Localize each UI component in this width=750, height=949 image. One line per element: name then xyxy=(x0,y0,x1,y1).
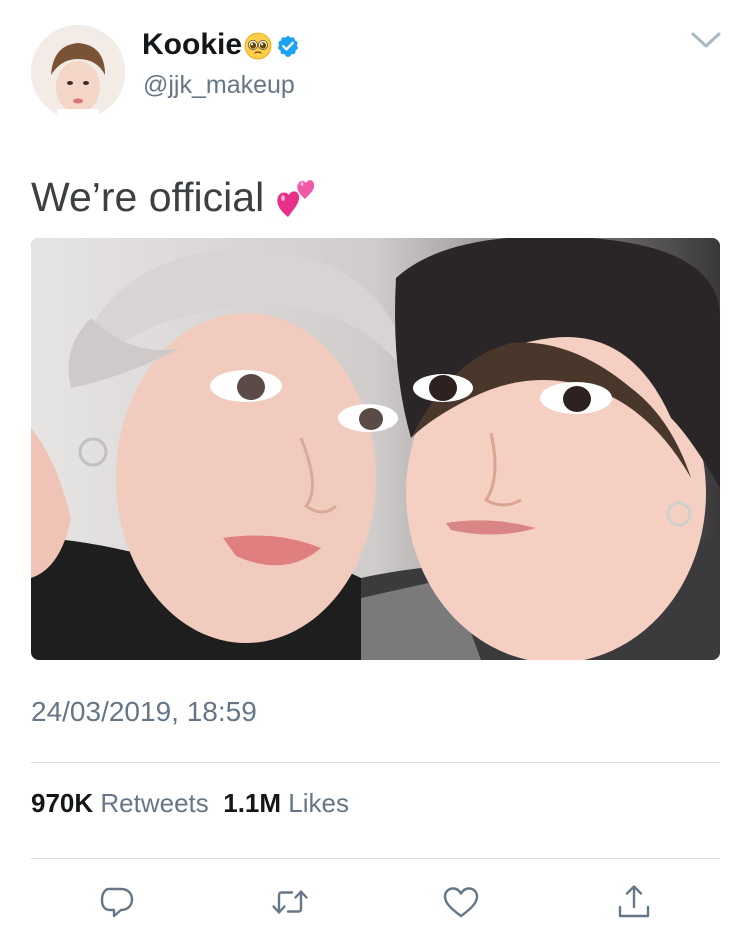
retweets-count: 970K xyxy=(31,788,94,818)
likes-count: 1.1M xyxy=(223,788,282,818)
reply-button[interactable] xyxy=(95,880,139,924)
share-icon xyxy=(618,885,650,918)
tweet-photo[interactable] xyxy=(31,238,720,660)
author-display-name[interactable]: Kookie xyxy=(142,28,242,61)
retweet-icon xyxy=(272,890,308,914)
retweets-stat[interactable]: 970K Retweets xyxy=(31,788,209,818)
pleading-face-emoji-icon xyxy=(244,32,272,70)
selfie-photo-image xyxy=(31,238,720,660)
divider xyxy=(31,858,720,859)
likes-stat[interactable]: 1.1M Likes xyxy=(223,788,349,818)
reply-icon xyxy=(100,887,134,918)
likes-label: Likes xyxy=(288,788,349,818)
author-name-row[interactable]: Kookie xyxy=(142,26,300,70)
verified-badge-icon xyxy=(276,30,300,68)
tweet-timestamp[interactable]: 24/03/2019, 18:59 xyxy=(31,694,257,730)
chevron-down-icon xyxy=(691,32,721,48)
more-options-button[interactable] xyxy=(688,28,724,52)
retweets-label: Retweets xyxy=(100,788,209,818)
share-button[interactable] xyxy=(612,880,656,924)
author-handle[interactable]: @jjk_makeup xyxy=(143,68,295,102)
retweet-button[interactable] xyxy=(268,880,312,924)
heart-icon xyxy=(443,887,479,918)
avatar-image xyxy=(31,25,125,119)
tweet-stats: 970K Retweets 1.1M Likes xyxy=(31,785,349,821)
tweet-text-row: We’re official xyxy=(31,172,320,230)
like-button[interactable] xyxy=(439,880,483,924)
author-avatar[interactable] xyxy=(31,25,125,119)
divider xyxy=(31,762,720,763)
two-hearts-icon xyxy=(274,175,320,230)
tweet-text: We’re official xyxy=(31,174,265,220)
